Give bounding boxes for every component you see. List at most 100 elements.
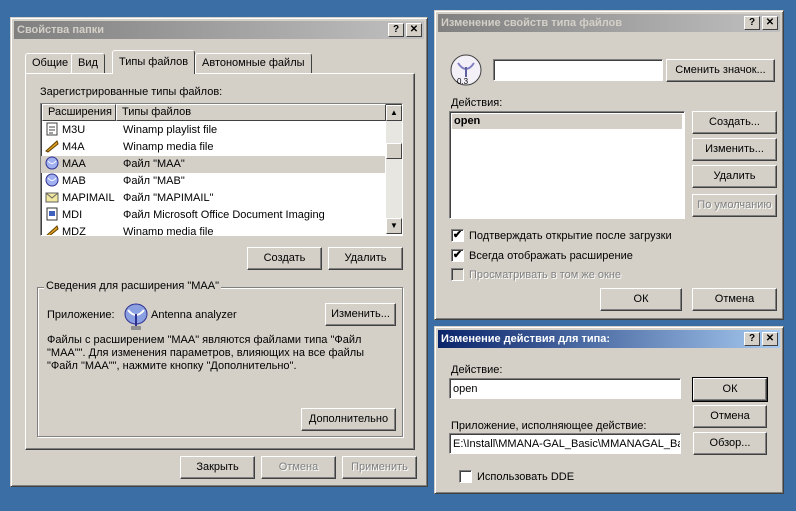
- folder-options-title: Свойства папки: [17, 24, 105, 36]
- use-dde-checkbox[interactable]: [459, 470, 472, 483]
- use-dde-label: Использовать DDE: [477, 471, 575, 483]
- always-show-extension-label: Всегда отображать расширение: [469, 250, 633, 262]
- row-extension: M3U: [45, 122, 119, 139]
- row-extension: M4A: [45, 139, 119, 156]
- cancel-button[interactable]: Отмена: [693, 405, 767, 428]
- delete-button[interactable]: Удалить: [328, 247, 403, 270]
- row-extension-text: MAPIMAIL: [62, 192, 115, 204]
- registered-types-label: Зарегистрированные типы файлов:: [40, 86, 223, 98]
- antenna-file-icon: [45, 173, 59, 187]
- cancel-button[interactable]: Отмена: [261, 456, 336, 479]
- antenna-icon: [121, 302, 151, 332]
- browse-same-window-checkbox[interactable]: [451, 268, 464, 281]
- table-row[interactable]: MAA Файл "MAA": [41, 156, 385, 173]
- edit-file-type-titlebar[interactable]: Изменение свойств типа файлов ? ✕: [438, 14, 780, 32]
- extension-description: Файлы с расширением "MAA" являются файла…: [47, 334, 365, 372]
- winamp-file-icon: [45, 139, 59, 153]
- row-extension-text: MDZ: [62, 226, 86, 236]
- file-type-icon-caption: 0.3: [457, 77, 469, 86]
- row-extension: MDZ: [45, 224, 119, 236]
- edit-action-dialog: Изменение действия для типа: ? ✕ Действи…: [434, 326, 784, 494]
- row-file-type: Файл "MAB": [123, 175, 185, 187]
- table-row[interactable]: MAB Файл "MAB": [41, 173, 385, 190]
- close-button[interactable]: Закрыть: [180, 456, 255, 479]
- application-path-field[interactable]: E:\Install\MMANA-GAL_Basic\MMANAGAL_Basi: [449, 433, 681, 454]
- change-icon-button[interactable]: Сменить значок...: [666, 59, 775, 82]
- antenna-file-icon: [45, 156, 59, 170]
- application-name: Antenna analyzer: [151, 309, 237, 321]
- remove-action-button[interactable]: Удалить: [692, 165, 777, 188]
- confirm-open-checkbox[interactable]: ✔: [451, 229, 464, 242]
- document-file-icon: [45, 207, 59, 221]
- close-icon[interactable]: ✕: [762, 332, 778, 346]
- browse-same-window-label: Просматривать в том же окне: [469, 269, 622, 281]
- change-app-button[interactable]: Изменить...: [325, 303, 396, 326]
- action-name-field[interactable]: open: [449, 378, 681, 399]
- row-extension-text: M3U: [62, 124, 86, 136]
- table-row[interactable]: MDI Файл Microsoft Office Document Imagin…: [41, 207, 385, 224]
- list-scrollbar[interactable]: ▲ ▼: [386, 105, 402, 234]
- cancel-button[interactable]: Отмена: [692, 288, 777, 311]
- scroll-thumb[interactable]: [386, 143, 402, 159]
- extension-details-group: Сведения для расширения "MAA" Приложение…: [37, 280, 403, 437]
- table-row[interactable]: M3U Winamp playlist file: [41, 122, 385, 139]
- help-icon[interactable]: ?: [744, 16, 760, 30]
- row-extension-text: M4A: [62, 141, 85, 153]
- edit-file-type-dialog: Изменение свойств типа файлов ? ✕ 0.3 См…: [434, 10, 784, 320]
- actions-label: Действия:: [451, 97, 503, 109]
- edit-action-title: Изменение действия для типа:: [441, 333, 611, 345]
- file-type-name-field[interactable]: [493, 59, 663, 81]
- action-label: Действие:: [451, 364, 503, 376]
- edit-action-button[interactable]: Изменить...: [692, 138, 777, 161]
- close-icon[interactable]: ✕: [762, 16, 778, 30]
- folder-options-titlebar[interactable]: Свойства папки ? ✕: [14, 21, 424, 39]
- folder-options-dialog: Свойства папки ? ✕ Общие Вид Типы файлов…: [10, 17, 428, 487]
- advanced-button[interactable]: Дополнительно: [301, 408, 396, 431]
- apply-button[interactable]: Применить: [342, 456, 417, 479]
- table-row[interactable]: MAPIMAIL Файл "MAPIMAIL": [41, 190, 385, 207]
- new-action-button[interactable]: Создать...: [692, 111, 777, 134]
- scroll-up-button[interactable]: ▲: [386, 105, 402, 121]
- extension-details-title: Сведения для расширения "MAA": [44, 280, 221, 292]
- confirm-open-label: Подтверждать открытие после загрузки: [469, 230, 672, 242]
- tab-general[interactable]: Общие: [25, 53, 76, 73]
- set-default-button[interactable]: По умолчанию: [692, 194, 777, 217]
- row-file-type: Winamp media file: [123, 141, 214, 153]
- row-file-type: Winamp media file: [123, 226, 214, 236]
- row-extension: MAPIMAIL: [45, 190, 119, 207]
- column-header-file-types[interactable]: Типы файлов: [116, 104, 386, 121]
- help-icon[interactable]: ?: [744, 332, 760, 346]
- application-label: Приложение:: [47, 309, 115, 321]
- table-row[interactable]: M4A Winamp media file: [41, 139, 385, 156]
- tab-view[interactable]: Вид: [71, 53, 105, 73]
- row-file-type: Файл "MAPIMAIL": [123, 192, 214, 204]
- always-show-extension-checkbox[interactable]: ✔: [451, 249, 464, 262]
- column-header-extensions[interactable]: Расширения: [42, 104, 116, 121]
- actions-list[interactable]: open: [449, 111, 685, 219]
- winamp-file-icon: [45, 224, 59, 235]
- browse-button[interactable]: Обзор...: [693, 432, 767, 455]
- application-label: Приложение, исполняющее действие:: [451, 420, 647, 432]
- row-extension: MAA: [45, 156, 119, 173]
- help-icon[interactable]: ?: [388, 23, 404, 37]
- file-types-list[interactable]: Расширения Типы файлов M3U Winamp playlis…: [40, 103, 403, 236]
- scroll-down-button[interactable]: ▼: [386, 218, 402, 234]
- row-extension-text: MAB: [62, 175, 86, 187]
- edit-file-type-title: Изменение свойств типа файлов: [441, 17, 623, 29]
- table-row[interactable]: MDZ Winamp media file: [41, 224, 385, 236]
- mail-file-icon: [45, 190, 59, 204]
- action-item-open[interactable]: open: [452, 114, 682, 129]
- tab-offline-files[interactable]: Автономные файлы: [195, 53, 312, 73]
- ok-button[interactable]: ОК: [600, 288, 682, 311]
- row-extension: MDI: [45, 207, 119, 224]
- close-icon[interactable]: ✕: [406, 23, 422, 37]
- ok-button[interactable]: ОК: [692, 377, 768, 402]
- file-types-panel: Зарегистрированные типы файлов: Расширен…: [25, 73, 415, 450]
- create-button[interactable]: Создать: [247, 247, 322, 270]
- row-file-type: Winamp playlist file: [123, 124, 218, 136]
- edit-action-titlebar[interactable]: Изменение действия для типа: ? ✕: [438, 330, 780, 348]
- row-file-type: Файл Microsoft Office Document Imaging: [123, 209, 325, 221]
- tab-file-types[interactable]: Типы файлов: [112, 50, 196, 74]
- row-file-type: Файл "MAA": [123, 158, 185, 170]
- row-extension-text: MAA: [62, 158, 86, 170]
